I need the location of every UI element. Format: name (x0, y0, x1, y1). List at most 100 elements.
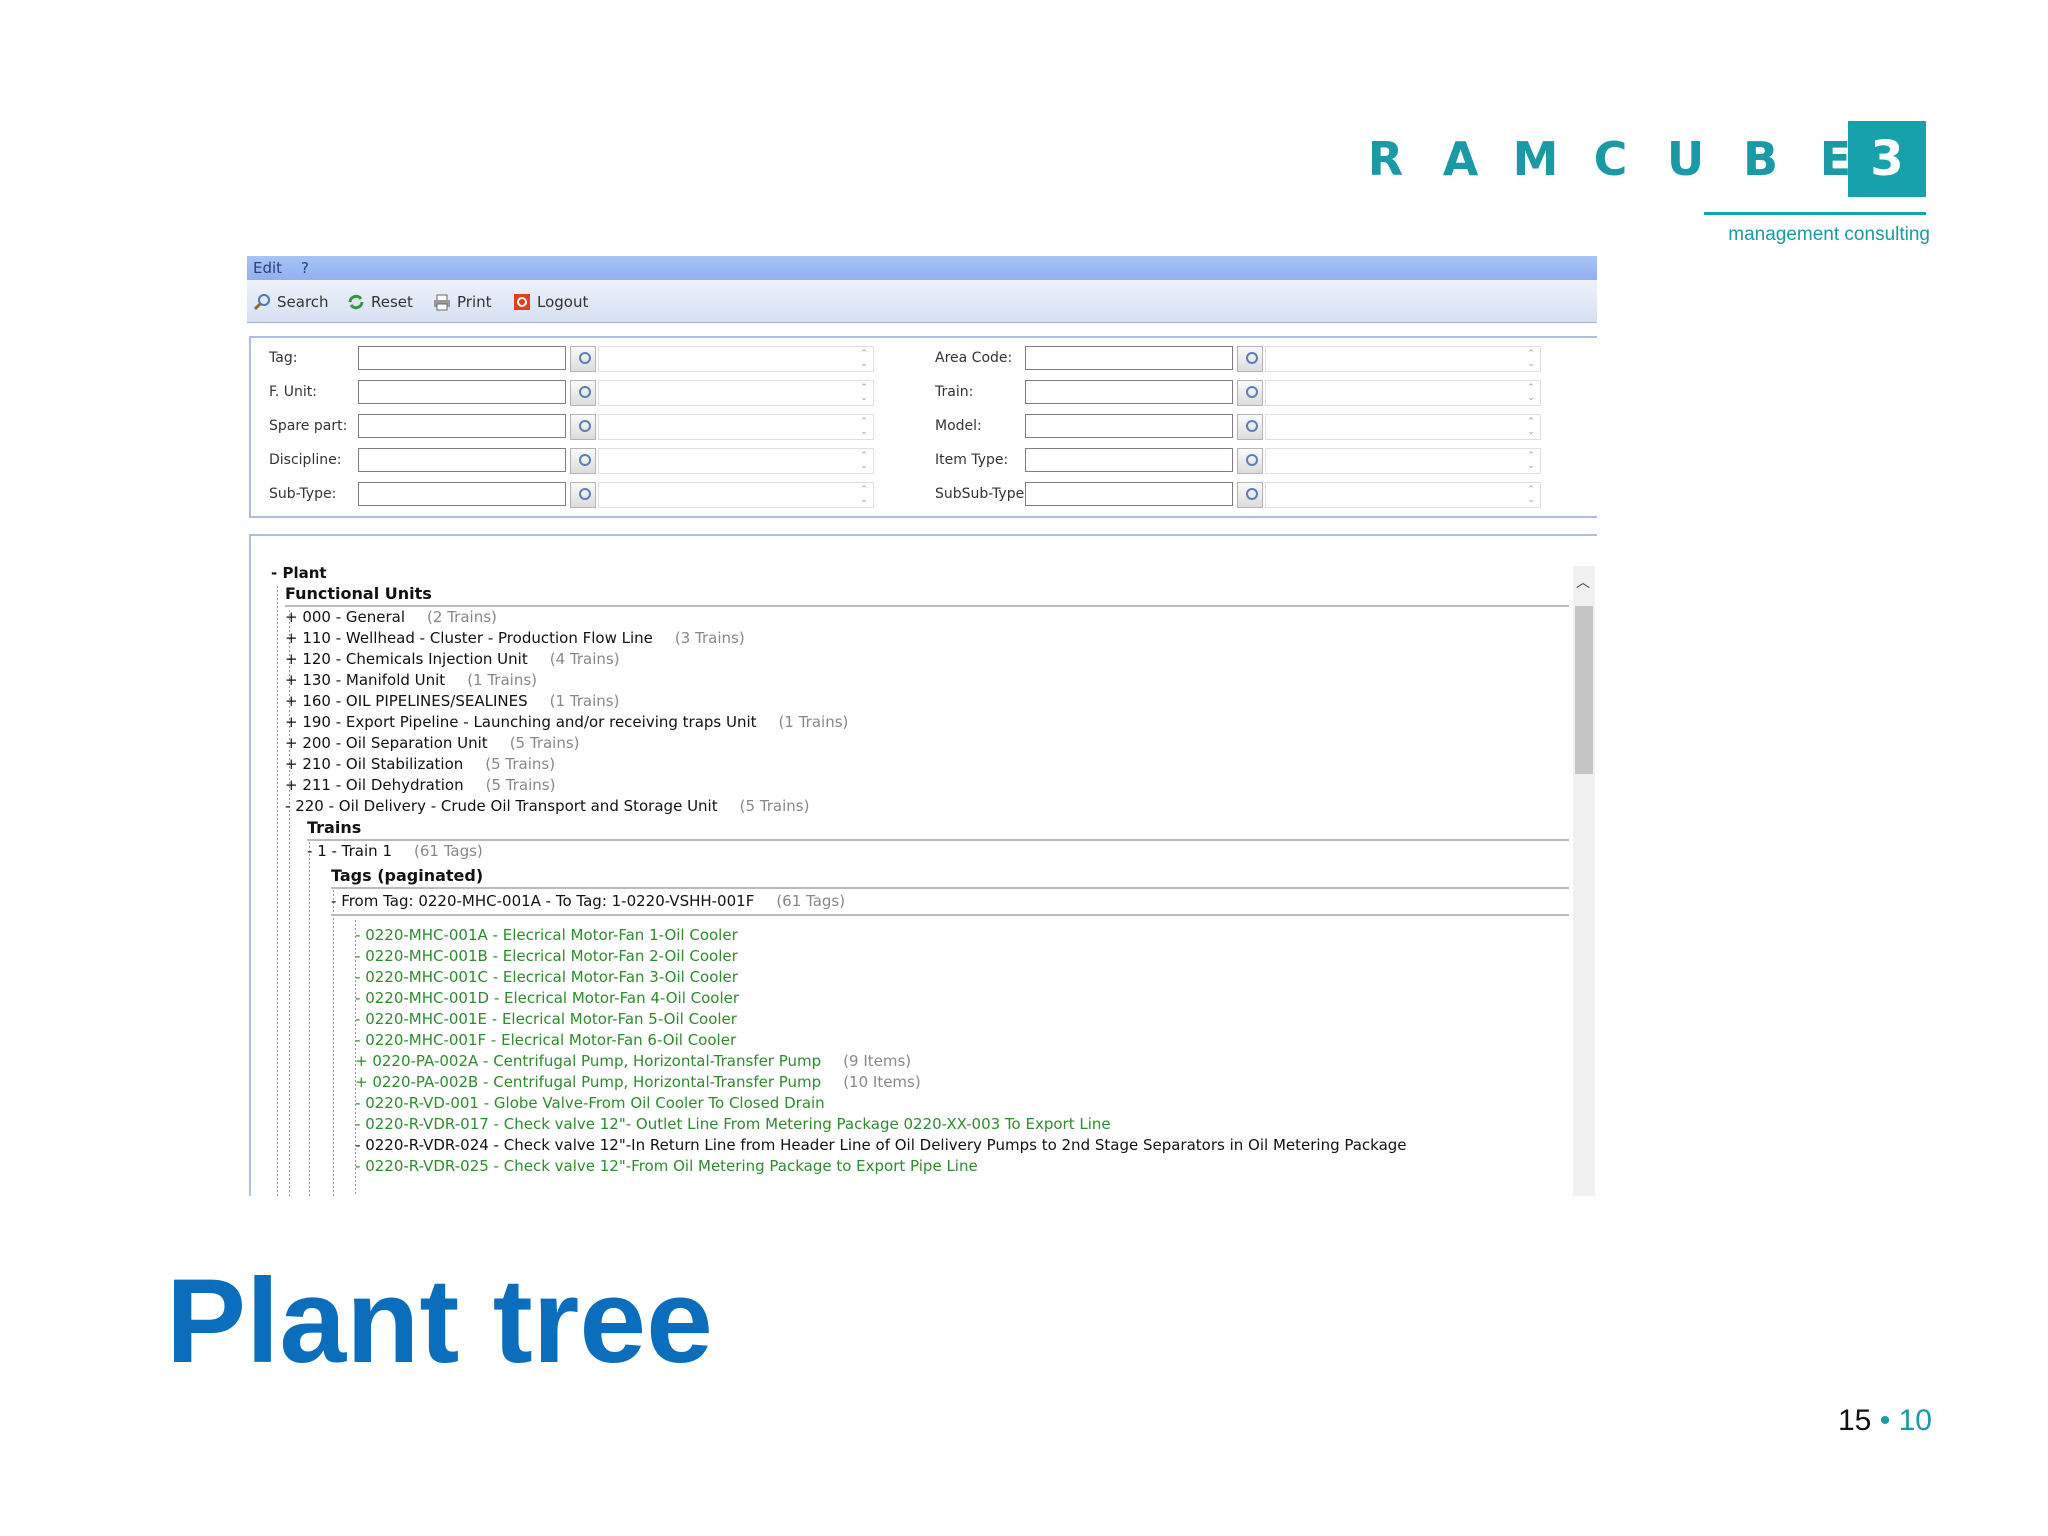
tree-node-tag[interactable]: - 0220-MHC-001A - Elecrical Motor-Fan 1-… (355, 926, 738, 944)
menu-help[interactable]: ? (301, 259, 309, 277)
node-count: (5 Trains) (485, 755, 556, 773)
field-label: Model: (935, 418, 982, 434)
scroll-up-icon[interactable]: ︿ (1576, 572, 1590, 592)
reset-label: Reset (371, 293, 413, 311)
node-label: 0220-R-VDR-017 - Check valve 12"- Outlet… (365, 1115, 1111, 1133)
node-label: 220 - Oil Delivery - Crude Oil Transport… (295, 797, 718, 815)
collapse-icon[interactable]: - (355, 1157, 365, 1175)
field-label: Area Code: (935, 350, 1013, 366)
refresh-icon (348, 294, 364, 310)
lookup-button[interactable] (1237, 414, 1263, 440)
node-count: (1 Trains) (467, 671, 538, 689)
node-count: (10 Items) (843, 1073, 921, 1091)
expand-icon[interactable]: + (285, 650, 302, 668)
tree-node-unit[interactable]: + 120 - Chemicals Injection Unit (4 Train… (285, 650, 620, 668)
collapse-icon[interactable]: - (355, 989, 365, 1007)
tags-paginated-header: Tags (paginated) (331, 866, 1569, 889)
expand-icon[interactable]: + (285, 608, 302, 626)
tree-node-tag[interactable]: - 0220-R-VDR-025 - Check valve 12"-From … (355, 1157, 978, 1175)
node-count: (5 Trains) (739, 797, 810, 815)
tree-node-unit[interactable]: + 130 - Manifold Unit (1 Trains) (285, 671, 537, 689)
expand-icon[interactable]: + (285, 629, 302, 647)
lookup-button[interactable] (1237, 346, 1263, 372)
collapse-icon[interactable]: - (355, 1010, 365, 1028)
field-input[interactable] (1025, 448, 1233, 472)
logo-letter: U (1666, 132, 1705, 186)
field-select[interactable] (1265, 482, 1541, 508)
node-label: 0220-R-VD-001 - Globe Valve-From Oil Coo… (365, 1094, 825, 1112)
field-select[interactable] (1265, 448, 1541, 474)
tree-node-tag[interactable]: + 0220-PA-002A - Centrifugal Pump, Horiz… (355, 1052, 911, 1070)
page-number: 15 • 10 (1838, 1404, 1932, 1438)
logout-button[interactable]: Logout (513, 291, 588, 313)
expand-icon[interactable]: + (285, 671, 302, 689)
menu-edit[interactable]: Edit (253, 259, 282, 277)
form-row: Area Code: (251, 344, 1591, 372)
expand-icon[interactable]: + (285, 692, 302, 710)
tree-node-tag[interactable]: - 0220-R-VDR-017 - Check valve 12"- Outl… (355, 1115, 1111, 1133)
field-label: SubSub-Type: (935, 486, 1029, 502)
field-select[interactable] (1265, 380, 1541, 406)
expand-icon[interactable]: + (285, 755, 302, 773)
field-select[interactable] (1265, 346, 1541, 372)
collapse-icon[interactable]: - (271, 564, 282, 582)
expand-icon[interactable]: + (285, 713, 302, 731)
reset-button[interactable]: Reset (347, 291, 413, 313)
collapse-icon[interactable]: - (355, 968, 365, 986)
expand-icon[interactable]: + (285, 776, 302, 794)
tree-node-unit[interactable]: + 160 - OIL PIPELINES/SEALINES (1 Trains) (285, 692, 619, 710)
tree-node-tag[interactable]: - 0220-MHC-001D - Elecrical Motor-Fan 4-… (355, 989, 739, 1007)
logo-letter: A (1442, 132, 1479, 186)
collapse-icon[interactable]: - (355, 1094, 365, 1112)
collapse-icon[interactable]: - (355, 1031, 365, 1049)
field-input[interactable] (1025, 346, 1233, 370)
node-count: (1 Trains) (778, 713, 849, 731)
tree-node-unit[interactable]: + 110 - Wellhead - Cluster - Production … (285, 629, 745, 647)
lookup-button[interactable] (1237, 448, 1263, 474)
tree-node-tag-range[interactable]: - From Tag: 0220-MHC-001A - To Tag: 1-02… (331, 892, 1569, 916)
tree-node-tag[interactable]: - 0220-R-VD-001 - Globe Valve-From Oil C… (355, 1094, 825, 1112)
node-label: 190 - Export Pipeline - Launching and/or… (302, 713, 757, 731)
expand-icon[interactable]: + (285, 734, 302, 752)
tree-node-unit[interactable]: + 211 - Oil Dehydration (5 Trains) (285, 776, 555, 794)
tree-node-plant[interactable]: - Plant (271, 564, 327, 582)
tree-node-tag[interactable]: - 0220-MHC-001E - Elecrical Motor-Fan 5-… (355, 1010, 737, 1028)
tree-node-unit[interactable]: + 200 - Oil Separation Unit (5 Trains) (285, 734, 580, 752)
print-label: Print (457, 293, 492, 311)
collapse-icon[interactable]: - (355, 1115, 365, 1133)
tree-node-tag[interactable]: - 0220-MHC-001F - Elecrical Motor-Fan 6-… (355, 1031, 736, 1049)
tree-scrollbar[interactable]: ︿ (1573, 566, 1595, 1196)
collapse-icon[interactable]: - (355, 1136, 365, 1154)
node-count: (3 Trains) (674, 629, 745, 647)
field-select[interactable] (1265, 414, 1541, 440)
logo-letter: B (1742, 132, 1779, 186)
scroll-thumb[interactable] (1575, 606, 1593, 774)
tree-node-unit[interactable]: + 210 - Oil Stabilization (5 Trains) (285, 755, 555, 773)
field-input[interactable] (1025, 482, 1233, 506)
tree-node-tag[interactable]: + 0220-PA-002B - Centrifugal Pump, Horiz… (355, 1073, 921, 1091)
tree-node-unit[interactable]: + 190 - Export Pipeline - Launching and/… (285, 713, 848, 731)
tree-node-train[interactable]: - 1 - Train 1 (61 Tags) (307, 842, 483, 860)
tree-node-unit[interactable]: - 220 - Oil Delivery - Crude Oil Transpo… (285, 797, 809, 815)
tree-node-tag[interactable]: - 0220-MHC-001B - Elecrical Motor-Fan 2-… (355, 947, 738, 965)
collapse-icon[interactable]: - (355, 926, 365, 944)
tree-node-tag[interactable]: - 0220-R-VDR-024 - Check valve 12"-In Re… (355, 1136, 1407, 1154)
search-button[interactable]: Search (253, 291, 329, 313)
collapse-icon[interactable]: - (307, 842, 317, 860)
expand-icon[interactable]: + (355, 1052, 372, 1070)
node-count: (5 Trains) (509, 734, 580, 752)
collapse-icon[interactable]: - (331, 892, 341, 910)
form-row: SubSub-Type: (251, 480, 1591, 508)
collapse-icon[interactable]: - (355, 947, 365, 965)
field-input[interactable] (1025, 380, 1233, 404)
collapse-icon[interactable]: - (285, 797, 295, 815)
lookup-button[interactable] (1237, 380, 1263, 406)
tree-node-unit[interactable]: + 000 - General (2 Trains) (285, 608, 497, 626)
logo-underline (1704, 212, 1926, 215)
field-input[interactable] (1025, 414, 1233, 438)
lookup-button[interactable] (1237, 482, 1263, 508)
expand-icon[interactable]: + (355, 1073, 372, 1091)
node-label: 0220-MHC-001F - Elecrical Motor-Fan 6-Oi… (365, 1031, 737, 1049)
print-button[interactable]: Print (433, 291, 492, 313)
tree-node-tag[interactable]: - 0220-MHC-001C - Elecrical Motor-Fan 3-… (355, 968, 738, 986)
